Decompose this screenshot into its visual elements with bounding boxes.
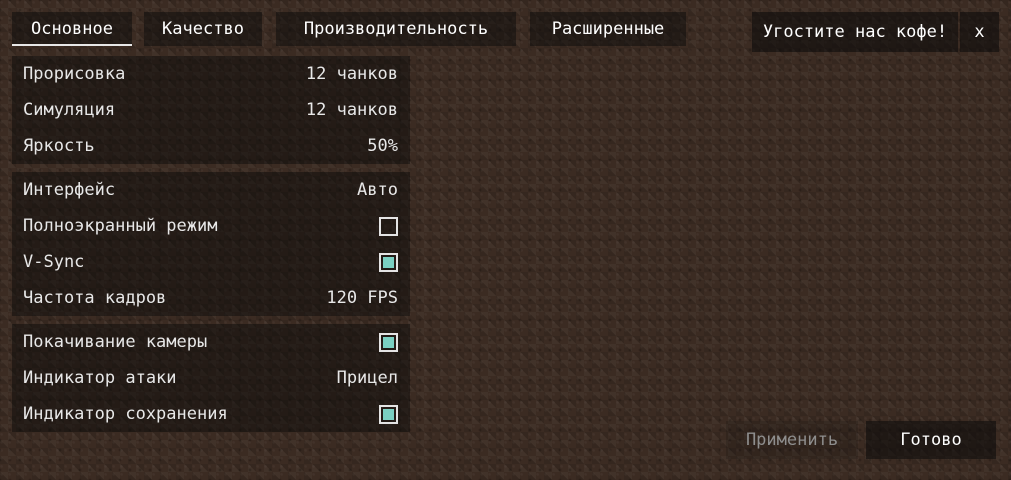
option-label: Симуляция bbox=[23, 100, 116, 120]
option-value: 12 чанков bbox=[305, 100, 398, 120]
tab-general[interactable]: Основное bbox=[12, 12, 132, 46]
option-label: Индикатор атаки bbox=[23, 368, 177, 388]
close-button[interactable]: x bbox=[960, 12, 999, 52]
tab-advanced[interactable]: Расширенные bbox=[530, 12, 686, 46]
option-attack-indicator[interactable]: Индикатор атаки Прицел bbox=[23, 360, 398, 396]
option-brightness[interactable]: Яркость 50% bbox=[23, 128, 398, 164]
settings-group-misc: Покачивание камеры Индикатор атаки Прице… bbox=[12, 324, 410, 432]
option-value: Авто bbox=[357, 180, 398, 200]
view-bobbing-checkbox[interactable] bbox=[379, 332, 398, 352]
option-autosave-indicator[interactable]: Индикатор сохранения bbox=[23, 396, 398, 432]
option-label: Интерфейс bbox=[23, 180, 116, 200]
option-label: Покачивание камеры bbox=[23, 332, 208, 352]
settings-group-display: Интерфейс Авто Полноэкранный режим V-Syn… bbox=[12, 172, 410, 316]
option-label: Индикатор сохранения bbox=[23, 404, 228, 424]
option-label: Полноэкранный режим bbox=[23, 216, 218, 236]
option-label: Частота кадров bbox=[23, 288, 167, 308]
buy-coffee-button[interactable]: Угостите нас кофе! bbox=[752, 12, 958, 52]
option-max-framerate[interactable]: Частота кадров 120 FPS bbox=[23, 280, 398, 316]
option-simulation-distance[interactable]: Симуляция 12 чанков bbox=[23, 92, 398, 128]
option-label: Яркость bbox=[23, 136, 95, 156]
done-button[interactable]: Готово bbox=[866, 421, 996, 459]
option-value: Прицел bbox=[336, 368, 398, 388]
option-value: 12 чанков bbox=[305, 64, 398, 84]
tab-quality[interactable]: Качество bbox=[144, 12, 262, 46]
option-view-bobbing[interactable]: Покачивание камеры bbox=[23, 324, 398, 360]
tab-performance[interactable]: Производительность bbox=[276, 12, 516, 46]
option-value: 50% bbox=[367, 136, 398, 156]
fullscreen-checkbox[interactable] bbox=[379, 216, 398, 236]
option-fullscreen[interactable]: Полноэкранный режим bbox=[23, 208, 398, 244]
option-label: V-Sync bbox=[23, 252, 85, 272]
vsync-checkbox[interactable] bbox=[379, 252, 398, 272]
settings-group-general: Прорисовка 12 чанков Симуляция 12 чанков… bbox=[12, 56, 410, 164]
apply-button[interactable]: Применить bbox=[726, 421, 858, 459]
option-value: 120 FPS bbox=[326, 288, 398, 308]
option-gui-scale[interactable]: Интерфейс Авто bbox=[23, 172, 398, 208]
option-render-distance[interactable]: Прорисовка 12 чанков bbox=[23, 56, 398, 92]
option-label: Прорисовка bbox=[23, 64, 126, 84]
autosave-indicator-checkbox[interactable] bbox=[379, 404, 398, 424]
option-vsync[interactable]: V-Sync bbox=[23, 244, 398, 280]
